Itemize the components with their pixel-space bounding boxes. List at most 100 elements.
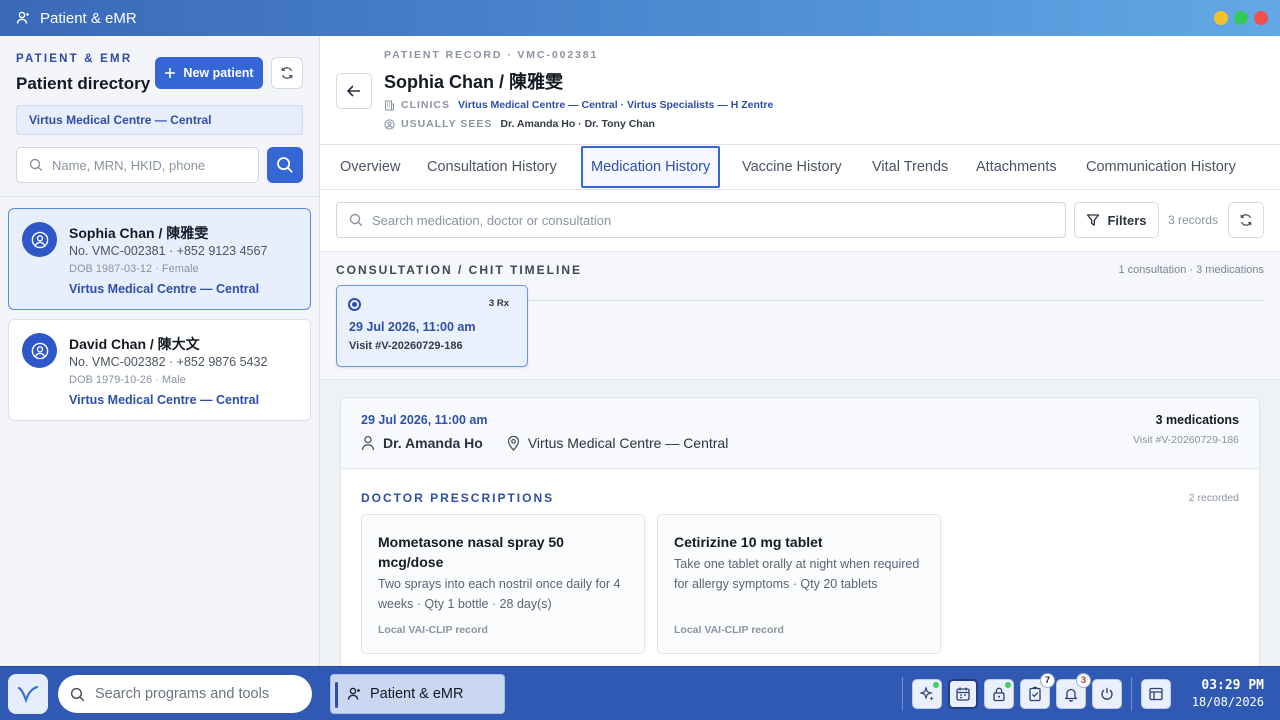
sidebar-kicker: PATIENT & EMR bbox=[16, 53, 133, 65]
timeline-title: CONSULTATION / CHIT TIMELINE bbox=[336, 263, 582, 277]
selected-radio-icon bbox=[348, 298, 361, 311]
tray-tasks-button[interactable]: 7 bbox=[1020, 673, 1055, 709]
tab-vital-trends[interactable]: Vital Trends bbox=[864, 145, 956, 189]
consultation-timeline: CONSULTATION / CHIT TIMELINE 1 consultat… bbox=[320, 251, 1280, 380]
timeline-summary: 1 consultation · 3 medications bbox=[1118, 264, 1264, 276]
timeline-visit-card[interactable]: 3 Rx 29 Jul 2026, 11:00 am Visit #V-2026… bbox=[336, 285, 528, 367]
tray-sparkle-button[interactable] bbox=[912, 679, 942, 709]
title-bar: Patient & eMR bbox=[0, 0, 1280, 36]
tab-attachments[interactable]: Attachments bbox=[968, 145, 1065, 189]
taskbar-app-patient-emr[interactable]: Patient & eMR bbox=[330, 674, 505, 714]
start-button[interactable] bbox=[8, 674, 48, 714]
layout-icon bbox=[1149, 687, 1163, 701]
refresh-records-button[interactable] bbox=[1228, 202, 1264, 238]
prescription-name: Mometasone nasal spray 50 mcg/dose bbox=[378, 534, 564, 570]
building-icon bbox=[385, 100, 394, 110]
system-tray: 7 3 bbox=[896, 673, 1174, 714]
taskbar: Search programs and tools Patient & eMR … bbox=[0, 666, 1280, 720]
consultation-meta: Dr. Amanda Ho Virtus Medical Centre — Ce… bbox=[361, 435, 728, 451]
clinic-filter[interactable]: Virtus Medical Centre — Central bbox=[16, 105, 303, 135]
record-kicker: PATIENT RECORD · VMC-002381 bbox=[384, 49, 599, 61]
search-icon bbox=[70, 687, 85, 701]
usually-sees-row: USUALLY SEES Dr. Amanda Ho · Dr. Tony Ch… bbox=[384, 118, 655, 130]
consultation-visit-number: Visit #V-20260729-186 bbox=[1132, 434, 1239, 446]
window-controls bbox=[1214, 11, 1268, 25]
clinics-row: CLINICS Virtus Medical Centre — Central … bbox=[384, 99, 773, 111]
person-icon bbox=[361, 435, 375, 451]
sidebar-divider bbox=[0, 196, 320, 197]
tray-notifications-button[interactable]: 3 bbox=[1056, 673, 1091, 709]
patient-dob: DOB 1979-10-26 · Male bbox=[69, 374, 186, 386]
prescription-name: Cetirizine 10 mg tablet bbox=[674, 534, 823, 550]
tray-calendar-button[interactable] bbox=[948, 679, 978, 709]
power-icon bbox=[1101, 687, 1113, 700]
refresh-icon bbox=[281, 67, 293, 79]
filter-bar: Search medication, doctor or consultatio… bbox=[320, 191, 1280, 251]
consultation-header: 29 Jul 2026, 11:00 am Dr. Amanda Ho Virt… bbox=[341, 398, 1259, 469]
bell-icon bbox=[1065, 688, 1077, 702]
patient-search-button[interactable] bbox=[267, 147, 303, 183]
patient-dob: DOB 1987-03-12 · Female bbox=[69, 263, 199, 275]
new-patient-label: New patient bbox=[183, 66, 254, 80]
patient-sidebar: PATIENT & EMR Patient directory New pati… bbox=[0, 36, 320, 666]
maximize-button[interactable] bbox=[1234, 11, 1248, 25]
patient-number: No. VMC-002382 · +852 9876 5432 bbox=[69, 355, 268, 369]
notifications-badge: 3 bbox=[1076, 673, 1091, 688]
tab-consultation-history[interactable]: Consultation History bbox=[419, 145, 565, 189]
consultation-detail-area: 29 Jul 2026, 11:00 am Dr. Amanda Ho Virt… bbox=[320, 380, 1280, 666]
arrow-left-icon bbox=[346, 85, 360, 97]
patient-search-placeholder: Name, MRN, HKID, phone bbox=[52, 157, 206, 173]
taskbar-clock[interactable]: 03:29 PM 18/08/2026 bbox=[1192, 678, 1264, 709]
prescription-card[interactable]: Cetirizine 10 mg tablet Take one tablet … bbox=[657, 514, 941, 654]
patient-name: David Chan / 陳大文 bbox=[69, 336, 200, 352]
status-dot bbox=[933, 682, 939, 688]
calendar-icon bbox=[956, 687, 970, 701]
plus-icon bbox=[165, 68, 176, 78]
tray-lock-button[interactable] bbox=[984, 679, 1014, 709]
tab-medication-history[interactable]: Medication History bbox=[581, 146, 721, 188]
main-panel: PATIENT RECORD · VMC-002381 Sophia Chan … bbox=[320, 36, 1280, 666]
tasks-icon bbox=[1029, 686, 1041, 702]
medication-search-input[interactable]: Search medication, doctor or consultatio… bbox=[336, 202, 1066, 238]
tab-overview[interactable]: Overview bbox=[332, 145, 408, 189]
search-icon bbox=[349, 213, 363, 227]
status-dot bbox=[1005, 682, 1011, 688]
close-button[interactable] bbox=[1254, 11, 1268, 25]
avatar bbox=[22, 333, 57, 368]
record-header: PATIENT RECORD · VMC-002381 Sophia Chan … bbox=[320, 36, 1280, 145]
patient-card[interactable]: David Chan / 陳大文 No. VMC-002382 · +852 9… bbox=[8, 319, 311, 421]
patient-card[interactable]: Sophia Chan / 陳雅雯 No. VMC-002381 · +852 … bbox=[8, 208, 311, 310]
filters-button[interactable]: Filters bbox=[1074, 202, 1159, 238]
tab-vaccine-history[interactable]: Vaccine History bbox=[734, 145, 850, 189]
tray-layout-button[interactable] bbox=[1141, 679, 1171, 709]
back-button[interactable] bbox=[336, 73, 372, 109]
patient-app-icon bbox=[347, 687, 360, 700]
timeline-line bbox=[527, 300, 1264, 301]
patient-search-input[interactable]: Name, MRN, HKID, phone bbox=[16, 147, 259, 183]
consultation-date: 29 Jul 2026, 11:00 am bbox=[361, 413, 488, 427]
taskbar-app-label: Patient & eMR bbox=[370, 686, 464, 702]
prescriptions-title: DOCTOR PRESCRIPTIONS bbox=[361, 491, 555, 505]
tray-power-button[interactable] bbox=[1092, 679, 1122, 709]
user-circle-icon bbox=[31, 231, 48, 248]
prescription-card[interactable]: Mometasone nasal spray 50 mcg/dose Two s… bbox=[361, 514, 645, 654]
tab-communication-history[interactable]: Communication History bbox=[1078, 145, 1244, 189]
patient-app-icon bbox=[16, 11, 30, 25]
consultation-clinic: Virtus Medical Centre — Central bbox=[527, 435, 729, 451]
refresh-icon bbox=[1240, 214, 1252, 226]
user-circle-icon bbox=[31, 342, 48, 359]
new-patient-button[interactable]: New patient bbox=[155, 57, 263, 89]
medication-count: 3 medications bbox=[1155, 413, 1239, 427]
clinics-label: CLINICS bbox=[401, 99, 450, 111]
record-patient-name: Sophia Chan / 陳雅雯 bbox=[384, 72, 564, 92]
user-circle-icon bbox=[384, 118, 395, 130]
minimize-button[interactable] bbox=[1214, 11, 1228, 25]
refresh-patients-button[interactable] bbox=[271, 57, 303, 89]
prescriptions-recorded: 2 recorded bbox=[1188, 492, 1239, 504]
taskbar-search-input[interactable]: Search programs and tools bbox=[58, 675, 312, 713]
prescription-instructions: Take one tablet orally at night when req… bbox=[674, 557, 920, 591]
prescription-instructions: Two sprays into each nostril once daily … bbox=[378, 577, 621, 611]
tray-divider bbox=[902, 677, 903, 711]
consultation-card: 29 Jul 2026, 11:00 am Dr. Amanda Ho Virt… bbox=[340, 397, 1260, 666]
record-count: 3 records bbox=[1168, 213, 1219, 227]
